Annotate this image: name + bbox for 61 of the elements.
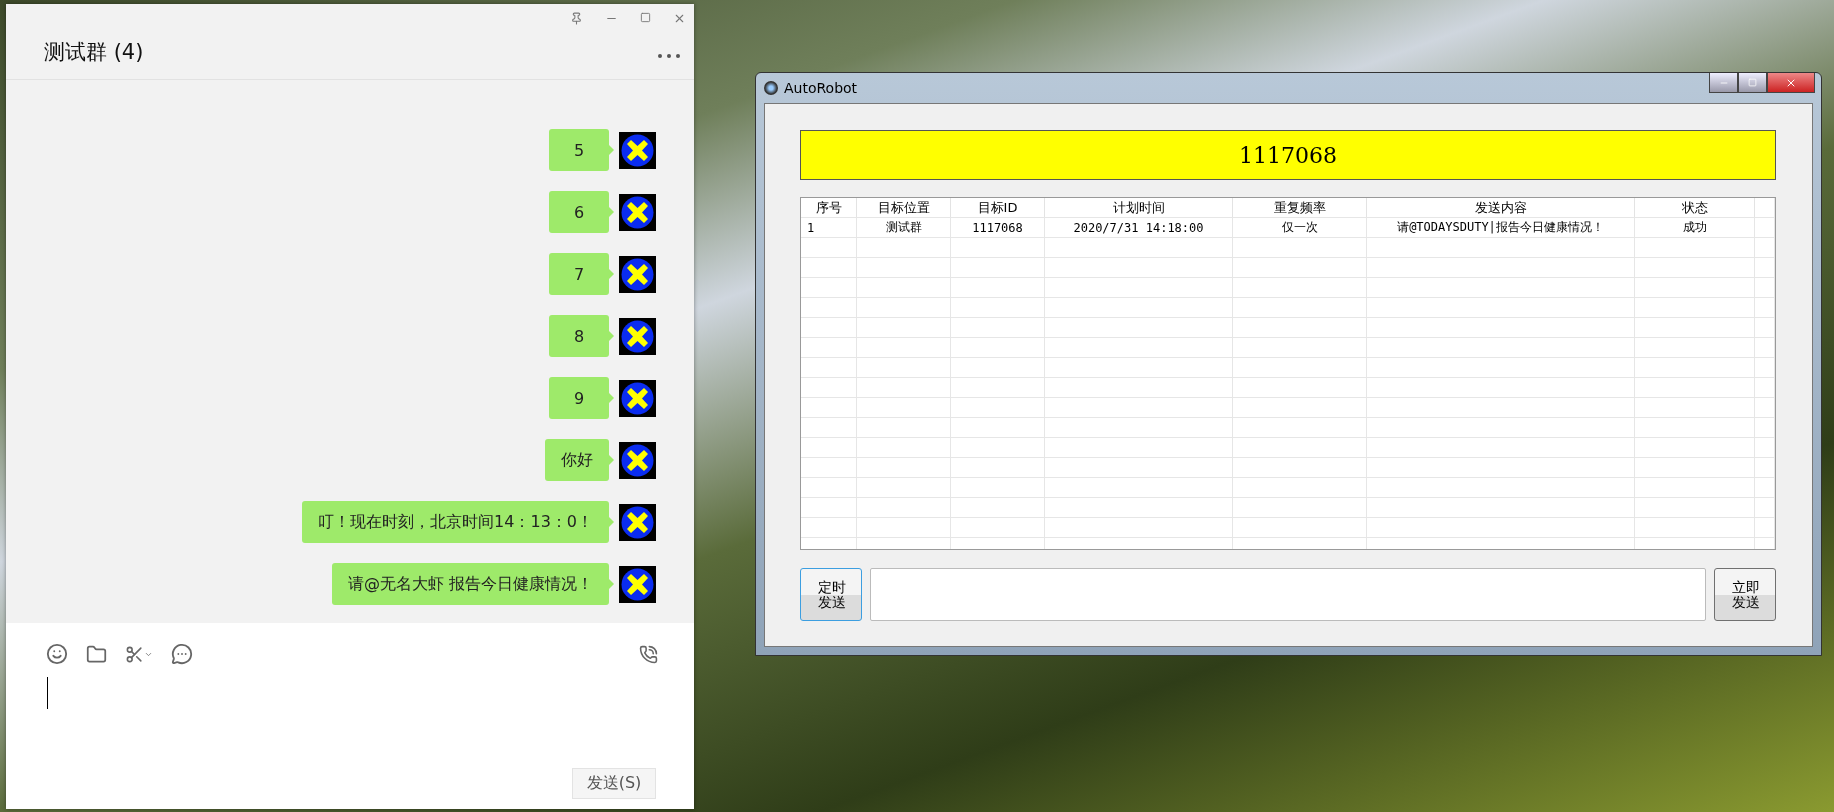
chat-icon[interactable] — [171, 643, 193, 665]
window-title: AutoRobot — [784, 80, 858, 96]
column-header: 状态 — [1635, 198, 1755, 217]
avatar-icon — [619, 379, 656, 417]
table-cell: 测试群 — [857, 218, 951, 237]
bubble-tail — [609, 455, 614, 465]
schedule-send-button[interactable]: 定时发送 — [800, 568, 862, 621]
avatar-icon — [619, 503, 656, 541]
send-button[interactable]: 发送(S) — [572, 768, 656, 799]
maximize-button[interactable] — [1738, 73, 1767, 93]
avatar-icon — [619, 565, 656, 603]
column-header: 计划时间 — [1045, 198, 1233, 217]
bubble-tail — [609, 207, 614, 217]
avatar-icon — [619, 441, 656, 479]
bubble-tail — [609, 269, 614, 279]
scissors-icon[interactable] — [125, 644, 153, 664]
more-icon[interactable] — [658, 54, 680, 58]
minimize-button[interactable] — [1709, 73, 1738, 93]
avatar-icon — [619, 131, 656, 169]
bubble-tail — [609, 393, 614, 403]
close-button[interactable] — [1767, 73, 1815, 93]
avatar-icon — [619, 193, 656, 231]
send-now-button[interactable]: 立即发送 — [1714, 568, 1776, 621]
column-header: 重复频率 — [1233, 198, 1367, 217]
app-icon — [764, 81, 778, 95]
bubble-tail — [609, 145, 614, 155]
phone-icon[interactable] — [639, 644, 658, 664]
column-header: 目标ID — [951, 198, 1045, 217]
close-icon[interactable] — [673, 12, 686, 25]
message-bubble: 叮！现在时刻，北京时间14：13：0！ — [302, 501, 609, 543]
bubble-tail — [609, 331, 614, 341]
column-header: 发送内容 — [1367, 198, 1635, 217]
maximize-icon — [1748, 78, 1757, 87]
message-bubble: 9 — [549, 377, 609, 419]
message-bubble: 5 — [549, 129, 609, 171]
emoji-icon[interactable] — [46, 643, 68, 665]
table-cell: 2020/7/31 14:18:00 — [1045, 218, 1233, 237]
text-cursor — [47, 677, 48, 709]
message-bubble: 7 — [549, 253, 609, 295]
table-cell: 仅一次 — [1233, 218, 1367, 237]
chat-title: 测试群 (4) — [44, 39, 144, 66]
pin-icon[interactable] — [570, 12, 583, 25]
maximize-icon[interactable] — [640, 12, 651, 23]
message-bubble: 6 — [549, 191, 609, 233]
avatar-icon — [619, 317, 656, 355]
bubble-tail — [609, 517, 614, 527]
avatar-icon — [619, 255, 656, 293]
table-cell: 请@TODAYSDUTY|报告今日健康情况！ — [1367, 218, 1635, 237]
message-field[interactable] — [870, 568, 1706, 621]
message-bubble: 8 — [549, 315, 609, 357]
table-cell: 1117068 — [951, 218, 1045, 237]
message-bubble: 请@无名大虾 报告今日健康情况！ — [331, 563, 609, 605]
column-header: 目标位置 — [857, 198, 951, 217]
table-cell: 成功 — [1635, 218, 1755, 237]
bubble-tail — [609, 579, 614, 589]
message-bubble: 你好 — [545, 439, 609, 481]
id-display: 1117068 — [800, 130, 1776, 180]
message-input[interactable]: 发送(S) — [6, 623, 694, 809]
column-header: 序号 — [801, 198, 857, 217]
table-cell: 1 — [801, 218, 857, 237]
folder-icon[interactable] — [86, 643, 107, 665]
